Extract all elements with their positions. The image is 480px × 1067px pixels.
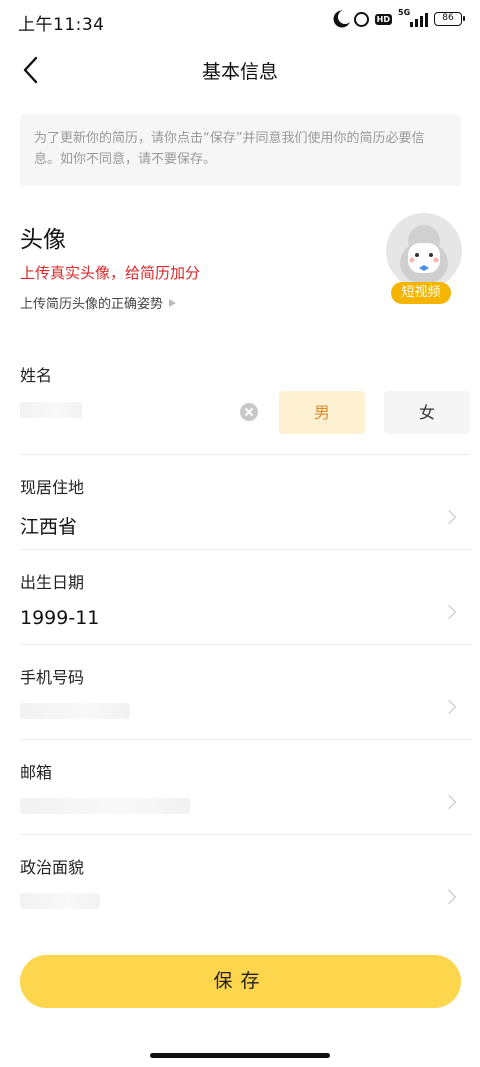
gender-female-button[interactable]: 女	[384, 391, 470, 434]
email-label: 邮箱	[20, 763, 53, 782]
phone-field[interactable]: 手机号码	[20, 664, 470, 724]
residence-field[interactable]: 现居住地 江西省	[20, 474, 470, 539]
moon-icon	[338, 10, 352, 24]
hd-icon: HD	[374, 13, 392, 25]
page-title: 基本信息	[201, 61, 278, 83]
avatar-guide-label: 上传简历头像的正确姿势	[20, 297, 164, 312]
privacy-notice: 为了更新你的简历，请你点击“保存”并同意我们使用你的简历必要信息。如你不同意，请…	[20, 114, 461, 186]
home-indicator[interactable]	[150, 1053, 330, 1058]
political-status-label: 政治面貌	[20, 858, 85, 877]
phone-label: 手机号码	[20, 668, 85, 687]
residence-value: 江西省	[20, 516, 78, 538]
email-value	[20, 797, 470, 819]
divider	[20, 739, 470, 740]
avatar-guide-link[interactable]: 上传简历头像的正确姿势	[20, 293, 177, 312]
birth-date-label: 出生日期	[20, 573, 85, 592]
avatar-tip: 上传真实头像，给简历加分	[20, 264, 201, 282]
clear-icon[interactable]	[240, 403, 258, 421]
play-icon	[169, 298, 177, 307]
nav-bar: 基本信息	[0, 40, 480, 100]
name-input[interactable]	[20, 398, 230, 430]
alarm-icon	[353, 11, 369, 27]
status-icons: HD 5G 86	[334, 8, 465, 27]
political-status-field[interactable]: 政治面貌	[20, 854, 470, 914]
status-time: 上午11:34	[18, 15, 105, 35]
phone-value	[20, 702, 470, 724]
residence-label: 现居住地	[20, 478, 85, 497]
birth-date-value: 1999-11	[20, 607, 100, 629]
political-status-value	[20, 892, 470, 914]
avatar-title: 头像	[20, 227, 66, 253]
birth-date-field[interactable]: 出生日期 1999-11	[20, 569, 470, 629]
divider	[20, 454, 470, 455]
network-type: 5G	[398, 8, 411, 17]
signal-icon: 5G	[398, 8, 428, 27]
divider	[20, 644, 470, 645]
battery-icon: 86	[434, 12, 465, 26]
divider	[20, 834, 470, 835]
status-bar: 上午11:34 HD 5G 86	[0, 0, 480, 40]
save-button[interactable]: 保存	[20, 955, 461, 1008]
avatar[interactable]	[386, 213, 462, 289]
short-video-badge[interactable]: 短视频	[391, 282, 451, 304]
email-field[interactable]: 邮箱	[20, 759, 470, 819]
name-label: 姓名	[20, 366, 53, 385]
gender-male-button[interactable]: 男	[279, 391, 365, 434]
name-field: 姓名	[20, 362, 470, 386]
divider	[20, 549, 470, 550]
mascot-icon	[400, 225, 448, 283]
